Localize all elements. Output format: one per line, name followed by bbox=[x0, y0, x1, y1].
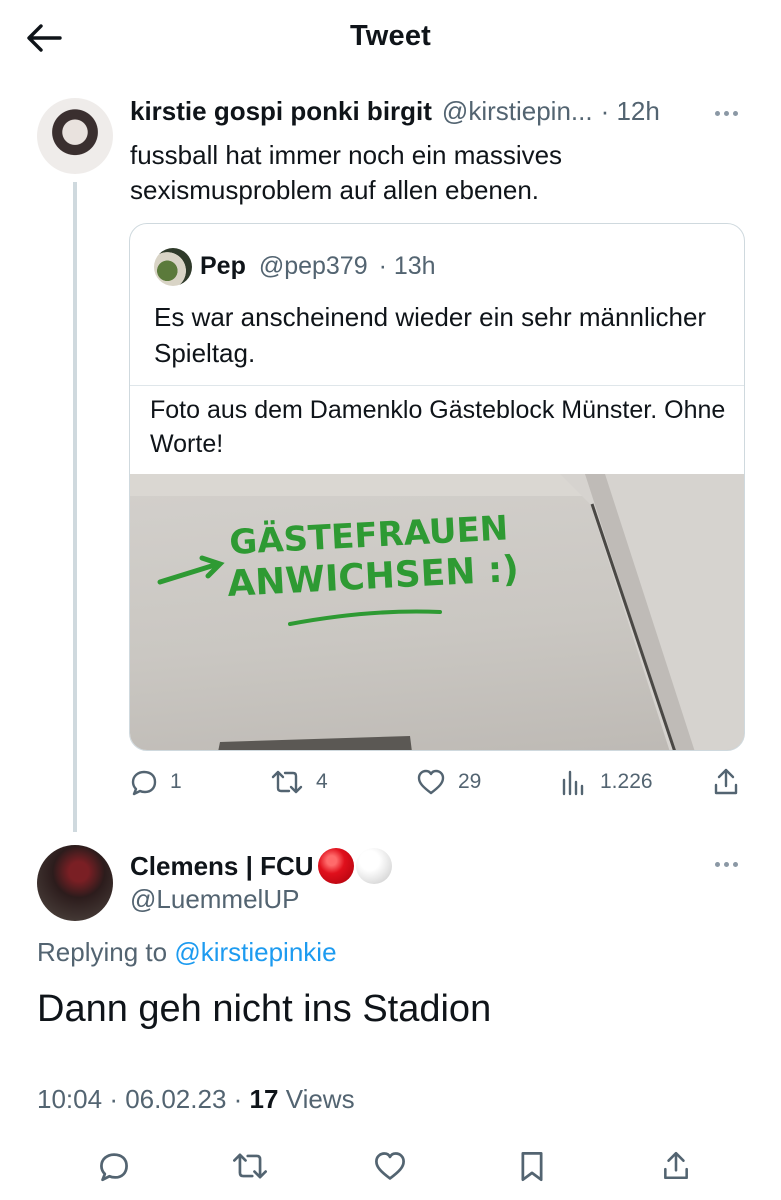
heart-icon bbox=[375, 1152, 405, 1180]
reply-icon bbox=[131, 770, 157, 796]
graffiti-photo-svg: GÄSTEFRAUEN ANWICHSEN :) bbox=[130, 474, 744, 750]
retweet-count: 4 bbox=[316, 770, 328, 793]
bottom-reply-button[interactable] bbox=[92, 1144, 136, 1188]
top-header: Tweet bbox=[0, 0, 781, 76]
quote-text: Es war anscheinend wieder ein sehr männl… bbox=[154, 302, 707, 368]
retweet-action[interactable]: 4 bbox=[270, 762, 328, 802]
tweet-timestamp-line: 10:04 · 06.02.23 · 17 Views bbox=[37, 1084, 355, 1114]
more-options-icon[interactable] bbox=[715, 111, 738, 116]
quote-time: · 13h bbox=[378, 252, 436, 280]
avatar-pep bbox=[154, 248, 192, 286]
parent-tweet-header: kirstie gospi ponki birgit @kirstiepin..… bbox=[130, 96, 741, 127]
share-icon bbox=[714, 768, 738, 795]
replying-to-line: Replying to @kirstiepinkie bbox=[37, 937, 337, 968]
more-options-icon[interactable] bbox=[715, 862, 738, 867]
bottom-retweet-button[interactable] bbox=[228, 1144, 272, 1188]
tweet-views-count: 17 bbox=[249, 1084, 279, 1114]
page-title: Tweet bbox=[349, 20, 432, 52]
parent-author-handle[interactable]: @kirstiepin... bbox=[442, 96, 593, 127]
parent-tweet-time[interactable]: · 12h bbox=[601, 96, 660, 127]
replying-to-label: Replying to bbox=[37, 937, 168, 967]
quote-divider bbox=[130, 385, 744, 386]
reply-icon bbox=[100, 1153, 128, 1182]
avatar-clemens[interactable] bbox=[37, 845, 113, 921]
graffiti-photo[interactable]: GÄSTEFRAUEN ANWICHSEN :) bbox=[130, 474, 744, 750]
quote-header: Pep @pep379 · 13h bbox=[200, 252, 436, 281]
replying-to-handle-link[interactable]: @kirstiepinkie bbox=[174, 937, 336, 967]
quote-media-caption: Foto aus dem Damenklo Gästeblock Münster… bbox=[150, 396, 726, 458]
share-icon bbox=[664, 1151, 688, 1180]
like-count: 29 bbox=[458, 770, 482, 793]
views-count: 1.226 bbox=[600, 770, 653, 793]
quote-author-handle: @pep379 bbox=[258, 252, 368, 280]
parent-author-name[interactable]: kirstie gospi ponki birgit bbox=[130, 96, 432, 127]
red-circle-emoji-icon bbox=[317, 848, 354, 884]
heart-icon bbox=[417, 769, 445, 795]
avatar-kirstie[interactable] bbox=[37, 98, 113, 174]
reply-action[interactable]: 1 bbox=[130, 762, 182, 802]
tweet-date[interactable]: 06.02.23 bbox=[125, 1084, 226, 1114]
quote-author-name: Pep bbox=[200, 252, 246, 280]
bottom-share-button[interactable] bbox=[654, 1144, 698, 1188]
bookmark-icon bbox=[521, 1152, 543, 1182]
retweet-icon bbox=[271, 770, 303, 794]
views-action[interactable]: 1.226 bbox=[560, 762, 653, 802]
tweet-time[interactable]: 10:04 bbox=[37, 1084, 102, 1114]
quoted-tweet-card[interactable]: Pep @pep379 · 13h Es war anscheinend wie… bbox=[129, 223, 745, 751]
reply-count: 1 bbox=[170, 770, 182, 793]
like-action[interactable]: 29 bbox=[416, 762, 481, 802]
reply-tweet-text: Dann geh nicht ins Stadion bbox=[37, 988, 492, 1030]
share-action[interactable] bbox=[712, 762, 740, 802]
bottom-bookmark-button[interactable] bbox=[510, 1144, 554, 1188]
retweet-icon bbox=[233, 1153, 267, 1179]
reply-author-handle[interactable]: @LuemmelUP bbox=[130, 884, 299, 915]
white-circle-emoji-icon bbox=[355, 848, 392, 884]
parent-tweet-text: fussball hat immer noch ein massives sex… bbox=[130, 140, 563, 205]
bottom-action-bar bbox=[0, 1140, 781, 1190]
tweet-action-bar: 1 4 29 1.226 bbox=[130, 762, 742, 802]
bottom-like-button[interactable] bbox=[368, 1144, 412, 1188]
reply-author-name[interactable]: Clemens | FCU bbox=[130, 851, 314, 882]
reply-author-name-row: Clemens | FCU bbox=[130, 848, 392, 884]
tweet-views-label: Views bbox=[285, 1084, 355, 1114]
analytics-icon bbox=[562, 770, 584, 796]
thread-connector-line bbox=[73, 182, 77, 832]
